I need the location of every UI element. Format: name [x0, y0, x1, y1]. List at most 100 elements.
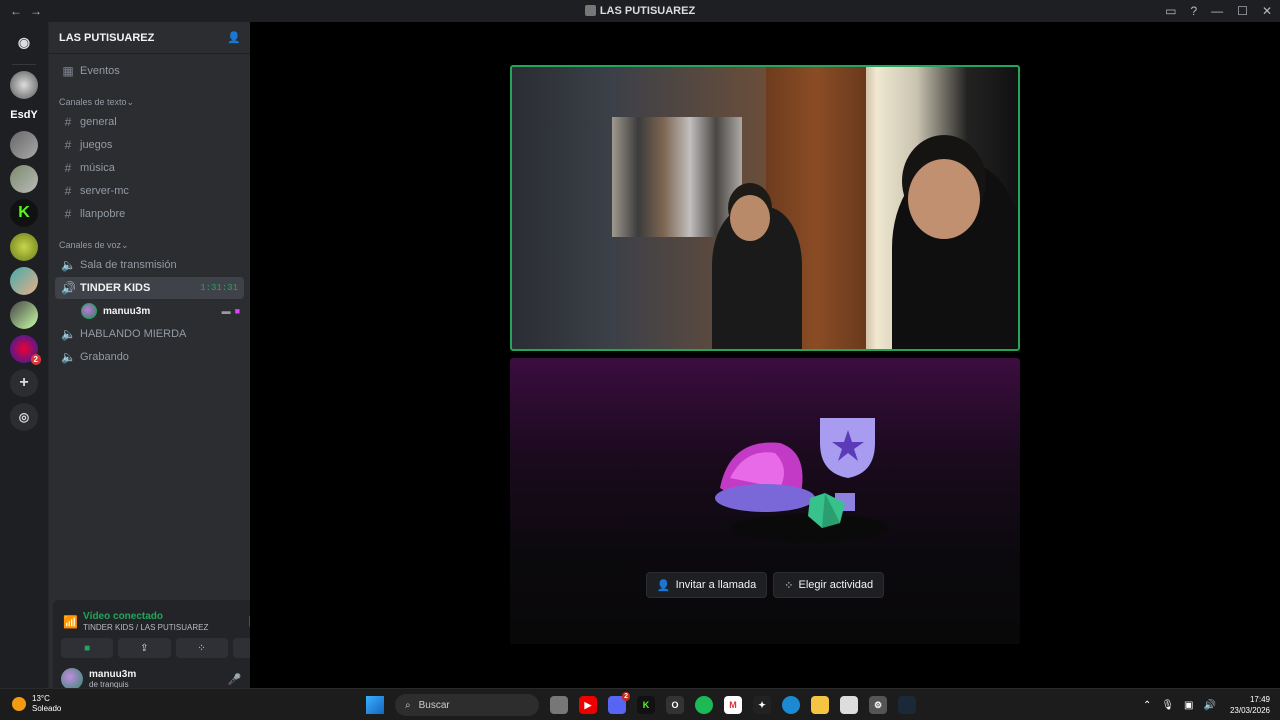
discover-icon[interactable]: ◎ — [10, 403, 38, 431]
network-icon[interactable]: ▣ — [1184, 700, 1193, 711]
server-folder-label[interactable]: EsdY — [4, 105, 44, 125]
youtube-icon[interactable]: ▶ — [579, 696, 597, 714]
server-header[interactable]: LAS PUTISUAREZ 👤 — [49, 22, 250, 54]
window-title-text: LAS PUTISUAREZ — [599, 5, 696, 17]
channel-llanpobre[interactable]: # llanpobre — [55, 203, 244, 225]
channel-juegos[interactable]: # juegos — [55, 134, 244, 156]
server-icon-7[interactable]: 2 — [10, 335, 41, 365]
server-icon-4[interactable] — [10, 233, 38, 261]
kick-server-icon[interactable]: K — [10, 199, 38, 227]
add-server-icon[interactable]: + — [10, 369, 38, 397]
channel-musica[interactable]: # música — [55, 157, 244, 179]
kick-app-icon[interactable]: K — [637, 696, 655, 714]
maximize-button[interactable]: ☐ — [1237, 4, 1248, 18]
discord-home-icon[interactable]: ◉ — [10, 28, 38, 56]
video-scene — [730, 195, 770, 241]
channel-label: TINDER KIDS — [80, 282, 151, 294]
window-controls: ▭ ? — ☐ ✕ — [1165, 0, 1272, 22]
video-tile[interactable] — [510, 65, 1020, 351]
voice-category[interactable]: Canales de voz ⌄ — [49, 237, 250, 253]
voice-user-icons: ▬ ■ — [222, 306, 240, 316]
video-scene — [612, 117, 742, 237]
taskbar-search[interactable]: ⌕ Buscar — [395, 694, 539, 716]
channel-label: server-mc — [80, 185, 129, 197]
activity-tile: 👤 Invitar a llamada ⁘ Elegir actividad — [510, 358, 1020, 644]
voice-user[interactable]: manuu3m ▬ ■ — [77, 300, 244, 322]
taskbar: 13°C Soleado ⌕ Buscar ▶ 2 K O M ✦ ⚙ ⌃ 🎙 ▣ … — [0, 688, 1280, 720]
choose-activity-button[interactable]: ⁘ Elegir actividad — [773, 572, 885, 598]
channel-sidebar: LAS PUTISUAREZ 👤 ▦ Eventos Canales de te… — [48, 22, 293, 706]
voice-category-label: Canales de voz — [59, 240, 122, 250]
server-name: LAS PUTISUAREZ — [59, 31, 155, 44]
server-icon-5[interactable] — [10, 267, 38, 295]
window-title: LAS PUTISUAREZ — [0, 5, 1280, 17]
channel-label: general — [80, 116, 117, 128]
call-area: 👤 Invitar a llamada ⁘ Elegir actividad — [250, 22, 1280, 688]
windows-start-icon[interactable] — [366, 696, 384, 714]
add-member-icon[interactable]: 👤 — [227, 31, 241, 44]
server-icon-2[interactable] — [10, 131, 38, 159]
hashtag-icon: # — [64, 207, 72, 221]
edge-icon[interactable] — [782, 696, 800, 714]
file-explorer-icon[interactable] — [811, 696, 829, 714]
settings-app-icon[interactable]: ⚙ — [869, 696, 887, 714]
server-icon-3[interactable] — [10, 165, 38, 193]
voice-channel-sala[interactable]: 🔈 Sala de transmisión — [55, 254, 244, 276]
voice-channel-grabando[interactable]: 🔈 Grabando — [55, 346, 244, 368]
store-icon[interactable] — [840, 696, 858, 714]
discord-app-icon[interactable]: 2 — [608, 692, 630, 714]
voice-channel-hablando[interactable]: 🔈 HABLANDO MIERDA — [55, 323, 244, 345]
minimize-button[interactable]: — — [1211, 4, 1223, 18]
text-category[interactable]: Canales de texto ⌄ — [49, 94, 250, 110]
forward-icon[interactable]: → — [30, 4, 42, 18]
server-icon — [584, 5, 596, 16]
channel-label: música — [80, 162, 115, 174]
mention-badge: 2 — [30, 354, 41, 365]
weather-widget[interactable]: 13°C Soleado — [12, 694, 61, 714]
clock[interactable]: 17:49 23/03/2026 — [1230, 694, 1270, 716]
time: 17:49 — [1249, 695, 1270, 704]
server-icon-6[interactable] — [10, 301, 38, 329]
steam-icon[interactable] — [898, 696, 916, 714]
microphone-icon[interactable]: 🎤 — [228, 673, 242, 686]
task-view-icon[interactable] — [550, 696, 568, 714]
chatgpt-icon[interactable]: ✦ — [753, 696, 771, 714]
streaming-icon: ■ — [234, 306, 240, 316]
channel-server-mc[interactable]: # server-mc — [55, 180, 244, 202]
gmail-icon[interactable]: M — [724, 696, 742, 714]
hashtag-icon: # — [64, 138, 72, 152]
invite-label: Invitar a llamada — [675, 579, 757, 591]
camera-button[interactable]: ■ — [61, 638, 114, 658]
camera-icon: ▬ — [221, 306, 231, 316]
spotify-icon[interactable] — [695, 696, 713, 714]
channel-label: HABLANDO MIERDA — [80, 328, 187, 340]
activity-buttons: 👤 Invitar a llamada ⁘ Elegir actividad — [510, 572, 1020, 598]
voice-location[interactable]: TINDER KIDS / LAS PUTISUAREZ — [83, 623, 249, 632]
avatar[interactable] — [61, 668, 83, 690]
channel-label: llanpobre — [80, 208, 126, 220]
close-button[interactable]: ✕ — [1262, 4, 1272, 18]
share-screen-button[interactable]: ⇪ — [118, 638, 171, 658]
events-item[interactable]: ▦ Eventos — [55, 60, 244, 82]
volume-icon[interactable]: 🔊 — [1204, 700, 1216, 711]
signal-icon[interactable]: 📶 — [63, 615, 83, 629]
channel-label: juegos — [80, 139, 113, 151]
calendar-icon: ▦ — [62, 64, 74, 78]
channel-general[interactable]: # general — [55, 111, 244, 133]
back-icon[interactable]: ← — [10, 4, 22, 18]
inbox-icon[interactable]: ▭ — [1165, 4, 1176, 18]
voice-status-text: Vídeo conectado — [83, 611, 164, 622]
voice-channel-tinder-kids[interactable]: 🔊 TINDER KIDS 1:31:31 — [55, 277, 244, 299]
invite-button[interactable]: 👤 Invitar a llamada — [645, 572, 768, 598]
voice-username: manuu3m — [103, 305, 151, 317]
activities-button[interactable]: ⁘ — [175, 638, 228, 658]
opera-gx-icon[interactable]: O — [666, 696, 684, 714]
help-icon[interactable]: ? — [1190, 4, 1197, 18]
server-icon-1[interactable] — [10, 71, 38, 99]
channel-label: Grabando — [80, 351, 129, 363]
chevron-up-icon[interactable]: ⌃ — [1143, 700, 1151, 711]
title-bar: ← → LAS PUTISUAREZ ▭ ? — ☐ ✕ — [0, 0, 1280, 22]
speaker-icon: 🔈 — [61, 350, 76, 364]
hashtag-icon: # — [64, 115, 72, 129]
microphone-tray-icon[interactable]: 🎙 — [1161, 700, 1174, 711]
